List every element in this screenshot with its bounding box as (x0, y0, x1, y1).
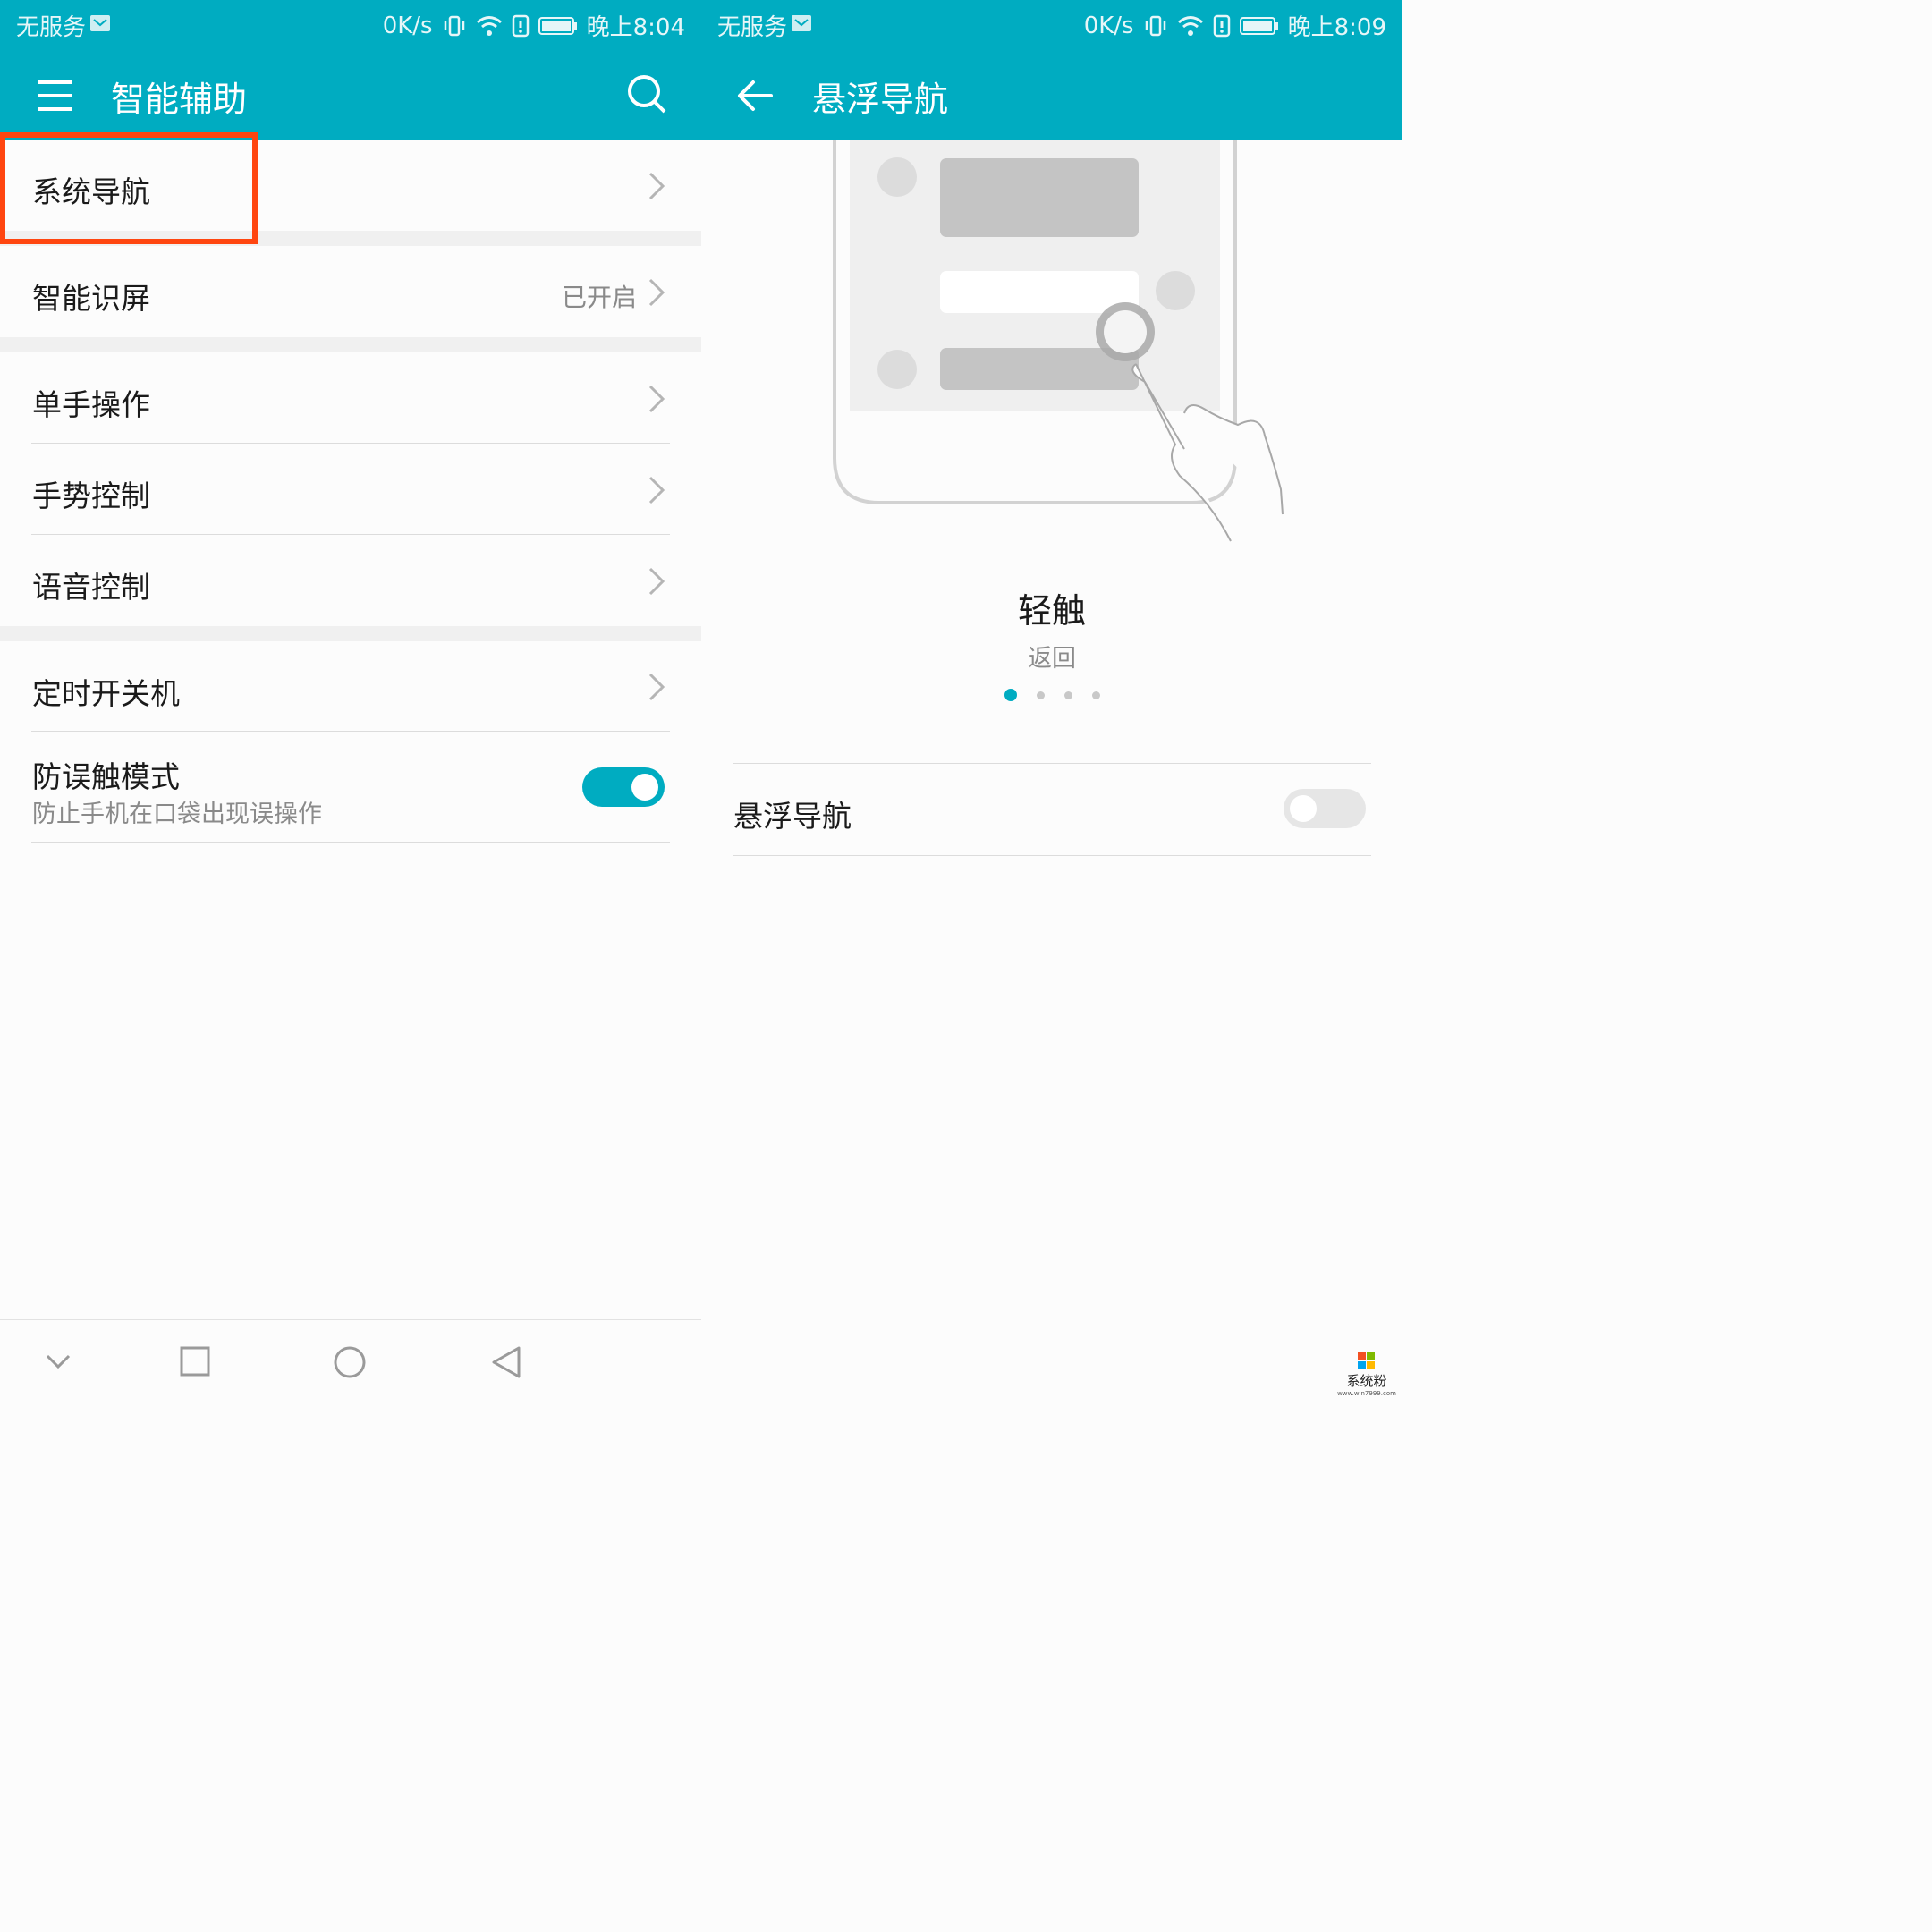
list-item-gesture-control[interactable]: 手势控制 (0, 444, 701, 535)
highlight-box (0, 132, 258, 244)
back-arrow-icon[interactable] (735, 75, 776, 116)
item-label: 悬浮导航 (733, 799, 852, 834)
item-label: 单手操作 (32, 387, 150, 422)
chevron-right-icon (648, 476, 665, 504)
network-speed: 0K/s (382, 12, 433, 39)
hand-tap-illustration (833, 140, 1284, 542)
toggle-knob (631, 774, 658, 801)
network-speed: 0K/s (1083, 12, 1134, 39)
wifi-icon (476, 15, 502, 36)
status-bar: 无服务 0K/s 晚上8:04 (0, 0, 701, 48)
divider (733, 855, 1371, 856)
clock: 晚上8:04 (586, 14, 685, 41)
recent-square-icon[interactable] (179, 1345, 211, 1377)
vibrate-icon (444, 15, 464, 36)
chevron-right-icon (648, 385, 665, 413)
vibrate-icon (1145, 15, 1165, 36)
menu-icon[interactable] (34, 75, 75, 116)
list-item-scheduled-power[interactable]: 定时开关机 (0, 641, 701, 732)
chevron-right-icon (648, 567, 665, 596)
settings-list: 系统导航 智能识屏 已开启 单手操作 手势控制 语音控制 定时开关机 防误触模式… (0, 140, 701, 843)
app-bar: 悬浮导航 (701, 48, 1402, 140)
svg-text:www.win7999.com: www.win7999.com (1337, 1390, 1396, 1397)
gesture-title: 轻触 (1017, 591, 1086, 631)
item-label: 定时开关机 (32, 676, 180, 711)
page-dot[interactable] (1004, 689, 1017, 701)
notification-icon (792, 15, 811, 31)
section-gap (0, 337, 701, 352)
page-dot[interactable] (1063, 691, 1072, 699)
system-navbar (0, 1319, 701, 1402)
divider (31, 842, 670, 843)
gesture-subtitle: 返回 (1028, 645, 1076, 673)
chevron-down-icon[interactable] (45, 1345, 72, 1377)
left-screen: 无服务 0K/s 晚上8:04 智能辅助 系统导航 智能识屏 已开启 单手操作 (0, 0, 701, 1402)
page-title: 悬浮导航 (812, 80, 949, 119)
misoperation-toggle[interactable] (582, 767, 665, 807)
svg-text:系统粉: 系统粉 (1346, 1373, 1386, 1389)
chevron-right-icon (648, 673, 665, 701)
notification-icon (90, 15, 110, 31)
app-bar: 智能辅助 (0, 48, 701, 140)
wifi-icon (1177, 15, 1203, 36)
right-screen: 无服务 0K/s 晚上8:09 悬浮导航 轻触 返回 悬浮导航 系统粉 www.… (701, 0, 1402, 1402)
page-indicator[interactable] (701, 689, 1402, 701)
toggle-knob (1290, 795, 1317, 822)
section-gap (0, 626, 701, 641)
sim-alert-icon (512, 14, 529, 37)
item-label: 防误触模式 (32, 759, 180, 794)
sim-alert-icon (1213, 14, 1230, 37)
floating-nav-toggle[interactable] (1284, 789, 1366, 828)
list-item-voice-control[interactable]: 语音控制 (0, 535, 701, 626)
search-icon[interactable] (626, 73, 667, 114)
carrier-label: 无服务 (717, 14, 788, 41)
item-label: 智能识屏 (32, 281, 150, 316)
page-dot[interactable] (1036, 691, 1045, 699)
page-title: 智能辅助 (111, 80, 248, 119)
battery-icon (538, 16, 577, 35)
list-item-misoperation-mode: 防误触模式 防止手机在口袋出现误操作 (0, 732, 701, 843)
home-circle-icon[interactable] (333, 1345, 367, 1379)
list-item-one-hand[interactable]: 单手操作 (0, 352, 701, 444)
status-bar: 无服务 0K/s 晚上8:09 (701, 0, 1402, 48)
back-triangle-icon[interactable] (490, 1345, 522, 1379)
item-label: 语音控制 (32, 570, 150, 605)
page-dot[interactable] (1091, 691, 1100, 699)
floating-nav-setting: 悬浮导航 (701, 764, 1402, 856)
chevron-right-icon (648, 172, 665, 200)
carrier-label: 无服务 (16, 14, 87, 41)
item-status: 已开启 (561, 283, 637, 312)
item-label: 手势控制 (32, 479, 150, 513)
battery-icon (1239, 16, 1278, 35)
clock: 晚上8:09 (1287, 14, 1386, 41)
watermark-logo: 系统粉 www.win7999.com (1337, 1352, 1396, 1397)
chevron-right-icon (648, 278, 665, 307)
item-description: 防止手机在口袋出现误操作 (32, 801, 322, 828)
list-item-smart-screen[interactable]: 智能识屏 已开启 (0, 246, 701, 337)
